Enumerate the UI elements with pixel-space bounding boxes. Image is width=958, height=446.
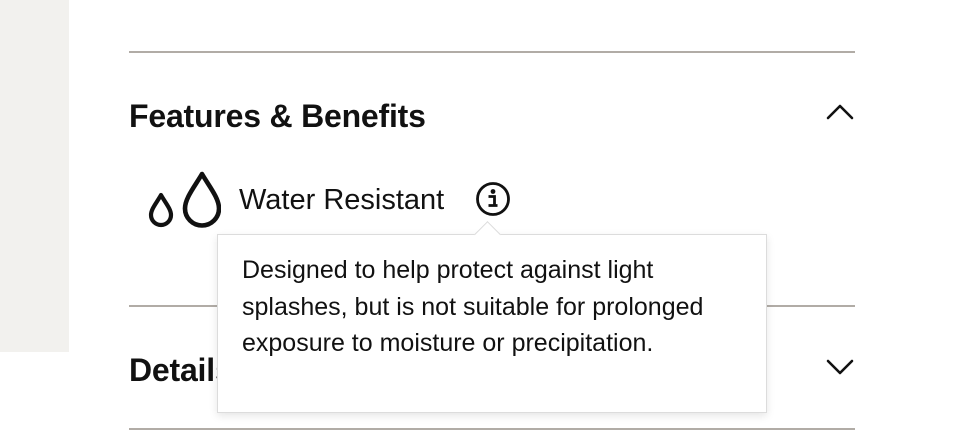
divider-top	[129, 51, 855, 53]
tooltip-text: Designed to help protect against light s…	[242, 256, 704, 357]
info-icon[interactable]	[475, 181, 511, 217]
chevron-down-icon[interactable]	[824, 355, 856, 379]
side-panel	[0, 0, 69, 352]
features-benefits-title[interactable]: Features & Benefits	[129, 97, 426, 135]
product-accordion-page: Features & Benefits Water Resistant Deta…	[0, 0, 958, 446]
water-drops-icon	[148, 171, 221, 228]
tooltip-arrow	[474, 221, 501, 248]
feature-label: Water Resistant	[239, 184, 445, 216]
divider-bottom	[129, 428, 855, 430]
water-resistant-tooltip: Designed to help protect against light s…	[217, 221, 767, 413]
chevron-up-icon[interactable]	[824, 100, 856, 124]
